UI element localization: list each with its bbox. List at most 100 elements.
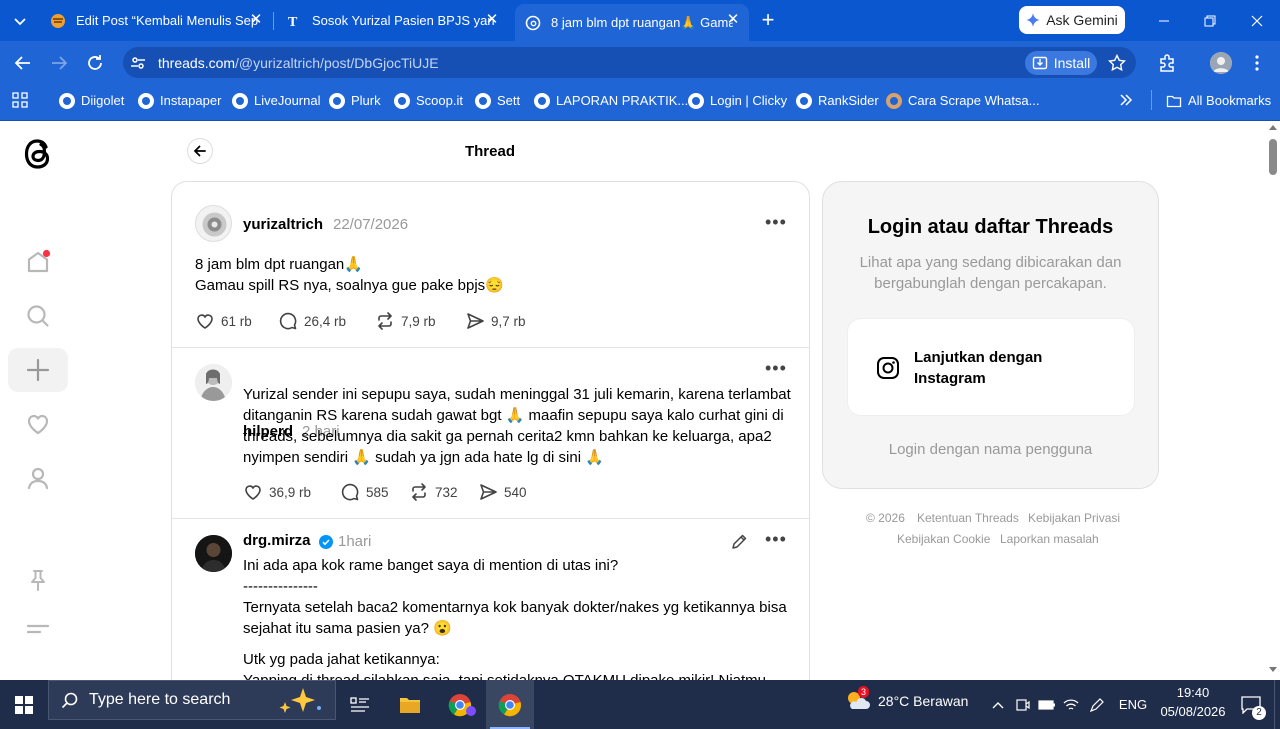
repost-button[interactable]: 732 (409, 482, 458, 502)
bookmark-livejournal[interactable]: LiveJournal (232, 84, 321, 117)
close-window-icon[interactable] (1234, 0, 1280, 41)
thread-back-button[interactable] (187, 138, 213, 164)
threads-favicon-icon (525, 15, 541, 31)
footer-cookie-link[interactable]: Kebijakan Cookie (897, 532, 990, 546)
nav-activity[interactable] (8, 402, 68, 446)
repost-button[interactable]: 7,9 rb (375, 311, 436, 331)
arrow-left-icon (14, 56, 30, 70)
more-options-icon[interactable]: ••• (765, 358, 787, 379)
avatar[interactable] (195, 364, 232, 401)
post-line: ditanganin RS karena sudah gawat bgt 🙏 m… (243, 407, 784, 424)
bookmark-instapaper[interactable]: Instapaper (138, 84, 221, 117)
bookmark-scrape-whatsapp[interactable]: Cara Scrape Whatsa... (886, 84, 1040, 117)
wifi-icon[interactable] (1061, 680, 1081, 729)
more-options-icon[interactable]: ••• (765, 212, 787, 233)
post-username[interactable]: drg.mirza (243, 532, 311, 549)
globe-icon (59, 92, 75, 109)
footer-privacy-link[interactable]: Kebijakan Privasi (1028, 511, 1120, 525)
more-options-icon[interactable]: ••• (765, 529, 787, 550)
language-indicator[interactable]: ENG (1115, 680, 1151, 729)
profile-avatar[interactable] (1210, 52, 1232, 74)
bookmark-label: RankSider (818, 93, 879, 108)
bookmark-laporan[interactable]: LAPORAN PRAKTIK... (534, 84, 688, 117)
bookmark-star-icon[interactable] (1108, 54, 1126, 72)
post-time[interactable]: 1hari (338, 533, 371, 550)
minimize-window-icon[interactable] (1141, 0, 1187, 41)
notifications-button[interactable]: 2 (1236, 680, 1266, 729)
share-button[interactable]: 540 (478, 482, 527, 502)
battery-icon[interactable] (1037, 680, 1057, 729)
footer-report-link[interactable]: Laporkan masalah (1000, 532, 1099, 546)
bookmark-diigolet[interactable]: Diigolet (59, 84, 124, 117)
post-time[interactable]: 22/07/2026 (333, 216, 408, 233)
file-explorer-button[interactable] (386, 680, 434, 729)
close-tab-icon[interactable]: ✕ (484, 12, 500, 28)
share-button[interactable]: 9,7 rb (465, 311, 526, 331)
login-with-username-link[interactable]: Login dengan nama pengguna (823, 441, 1158, 458)
tab-sosok-yurizal[interactable]: T Sosok Yurizal Pasien BPJS yang ✕ (276, 0, 508, 41)
install-app-button[interactable]: Install (1025, 51, 1097, 75)
page-scrollbar[interactable] (1266, 121, 1280, 680)
bookmark-scoopit[interactable]: Scoop.it (394, 84, 463, 117)
reload-button[interactable] (84, 52, 106, 74)
reply-button[interactable]: 26,4 rb (278, 311, 346, 331)
nav-pinned[interactable] (8, 558, 68, 602)
show-desktop-strip[interactable] (1274, 680, 1280, 729)
scroll-down-arrow-icon[interactable] (1269, 667, 1277, 672)
scrollbar-thumb[interactable] (1269, 139, 1277, 175)
tab-threads-active[interactable]: 8 jam blm dpt ruangan🙏 Gama ✕ (515, 4, 749, 41)
taskbar-search-box[interactable]: Type here to search (48, 680, 336, 720)
close-tab-icon[interactable]: ✕ (725, 12, 741, 28)
weather-widget[interactable]: 3 28°C Berawan (844, 684, 968, 718)
ask-gemini-button[interactable]: Ask Gemini (1019, 6, 1125, 34)
nav-more-menu[interactable] (8, 607, 68, 651)
like-button[interactable]: 36,9 rb (243, 482, 311, 502)
nav-create[interactable] (8, 348, 68, 392)
close-tab-icon[interactable]: ✕ (248, 12, 264, 28)
threads-logo-icon[interactable] (22, 136, 54, 172)
reply-count: 585 (366, 484, 389, 500)
avatar[interactable] (195, 535, 232, 572)
chrome-taskbar-button[interactable] (436, 680, 484, 729)
login-title: Login atau daftar Threads (867, 216, 1114, 238)
post-username[interactable]: yurizaltrich (243, 216, 323, 233)
like-button[interactable]: 61 rb (195, 311, 252, 331)
chrome-menu-icon[interactable] (1250, 54, 1264, 72)
bookmark-sett[interactable]: Sett (475, 84, 520, 117)
windows-logo-icon (15, 695, 33, 714)
svg-text:T: T (288, 15, 298, 29)
tab-search-button[interactable] (10, 11, 30, 31)
show-hidden-icons-button[interactable] (988, 680, 1008, 729)
start-button[interactable] (0, 680, 48, 729)
reply-button[interactable]: 585 (340, 482, 389, 502)
forward-button[interactable] (48, 52, 70, 74)
extensions-puzzle-icon[interactable] (1158, 53, 1178, 73)
back-button[interactable] (12, 52, 34, 74)
nav-profile[interactable] (8, 456, 68, 500)
scroll-up-arrow-icon[interactable] (1269, 125, 1277, 130)
pen-icon[interactable] (1087, 680, 1107, 729)
restore-window-icon[interactable] (1187, 0, 1233, 41)
edit-pencil-icon[interactable] (730, 533, 748, 551)
bookmark-plurk[interactable]: Plurk (329, 84, 381, 117)
more-bookmarks-chevron-icon[interactable] (1118, 92, 1134, 108)
new-tab-button[interactable]: + (757, 9, 779, 32)
clock[interactable]: 19:40 05/08/2026 (1150, 683, 1236, 721)
nav-home[interactable] (8, 240, 68, 284)
meet-now-icon[interactable] (1013, 680, 1033, 729)
avatar[interactable] (195, 205, 232, 242)
chrome-active-taskbar-button[interactable] (486, 680, 534, 729)
apps-grid-icon[interactable] (12, 92, 28, 108)
task-view-button[interactable] (336, 680, 384, 729)
continue-with-instagram-button[interactable]: Lanjutkan dengan Instagram (847, 318, 1135, 416)
tab-edit-post[interactable]: Edit Post “Kembali Menulis Sep ✕ (40, 0, 272, 41)
globe-icon (138, 92, 154, 109)
all-bookmarks-button[interactable]: All Bookmarks (1166, 84, 1271, 117)
site-info-icon[interactable] (129, 54, 147, 72)
nav-search[interactable] (8, 294, 68, 338)
footer-terms-link[interactable]: Ketentuan Threads (917, 511, 1019, 525)
bookmark-clicky[interactable]: Login | Clicky (688, 84, 787, 117)
heart-icon (27, 414, 49, 435)
url-text[interactable]: threads.com/@yurizaltrich/post/DbGjocTiU… (158, 55, 439, 71)
bookmark-ranksider[interactable]: RankSider (796, 84, 879, 117)
